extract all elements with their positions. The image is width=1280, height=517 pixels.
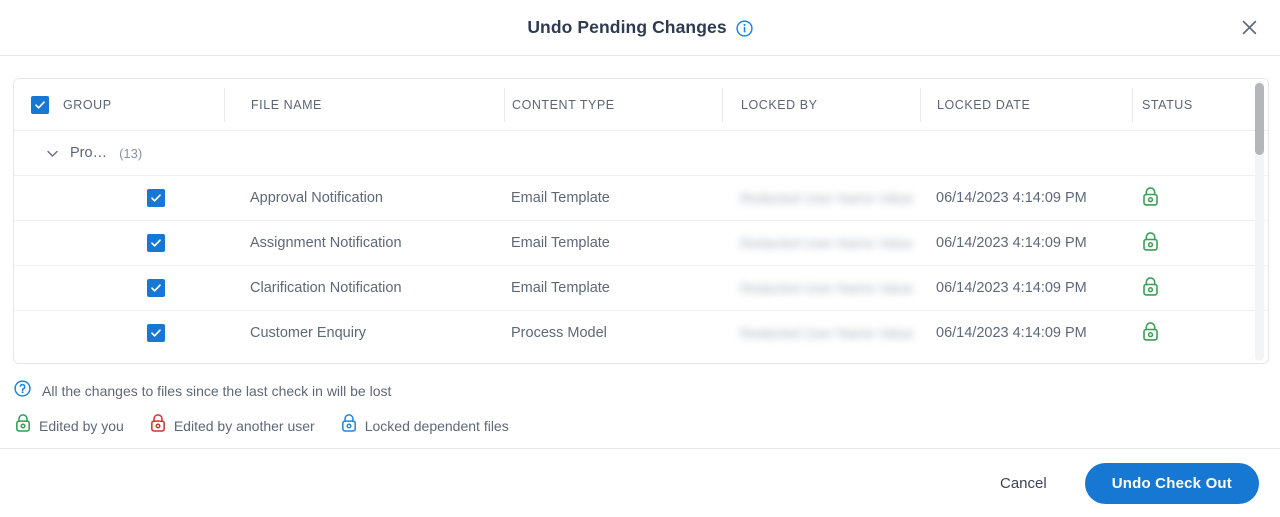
column-header-group-label: GROUP	[63, 97, 112, 112]
row-checkbox[interactable]	[147, 189, 165, 207]
lock-icon	[340, 413, 358, 438]
select-all-checkbox[interactable]	[31, 95, 49, 114]
column-header-status: STATUS	[1132, 87, 1262, 122]
row-checkbox[interactable]	[147, 324, 165, 342]
lock-icon	[1141, 321, 1160, 346]
row-checkbox-cell	[14, 189, 224, 207]
dialog-header: Undo Pending Changes	[0, 0, 1280, 56]
cell-content-type: Email Template	[511, 235, 610, 251]
lock-icon	[1141, 231, 1160, 256]
group-count: (13)	[119, 145, 143, 161]
cell-status	[1132, 186, 1262, 211]
column-header-group: GROUP	[14, 88, 224, 122]
close-icon[interactable]	[1236, 15, 1262, 41]
cell-file-name: Customer Enquiry	[250, 325, 367, 341]
legend-item-locked-dependent-files: Locked dependent files	[340, 413, 509, 438]
cell-content-type: Email Template	[511, 280, 610, 296]
lock-icon	[14, 413, 32, 438]
cell-locked-by: Redacted User Name Value	[740, 325, 914, 341]
row-checkbox-cell	[14, 234, 224, 252]
help-circle-icon	[14, 380, 31, 402]
notes-section: All the changes to files since the last …	[14, 380, 814, 438]
cell-status	[1132, 321, 1262, 346]
column-header-locked-date: LOCKED DATE	[920, 87, 1132, 122]
group-row[interactable]: Pro… (13)	[14, 131, 1268, 175]
cell-status	[1132, 276, 1262, 301]
legend-item-edited-by-you: Edited by you	[14, 413, 124, 438]
page-title: Undo Pending Changes	[527, 17, 727, 37]
legend-label: Edited by you	[39, 417, 124, 434]
legend: Edited by you Edited by another user Loc…	[14, 413, 814, 438]
info-circle-icon[interactable]	[736, 20, 753, 37]
undo-pending-changes-dialog: Undo Pending Changes GROUP FILE NAME CON…	[0, 0, 1280, 517]
table-scrollbar-thumb[interactable]	[1255, 83, 1264, 155]
row-checkbox-cell	[14, 279, 224, 297]
row-checkbox[interactable]	[147, 279, 165, 297]
undo-check-out-button[interactable]: Undo Check Out	[1084, 462, 1259, 504]
cell-file-name: Clarification Notification	[250, 280, 402, 296]
cell-status	[1132, 231, 1262, 256]
column-header-content-type: CONTENT TYPE	[504, 87, 722, 122]
cell-locked-date: 06/14/2023 4:14:09 PM	[936, 325, 1087, 341]
row-checkbox[interactable]	[147, 234, 165, 252]
warning-note: All the changes to files since the last …	[14, 380, 814, 402]
lock-icon	[1141, 276, 1160, 301]
legend-label: Locked dependent files	[364, 417, 509, 434]
legend-item-edited-by-another-user: Edited by another user	[149, 413, 315, 438]
cell-locked-date: 06/14/2023 4:14:09 PM	[936, 280, 1087, 296]
table-row[interactable]: Clarification Notification Email Templat…	[14, 265, 1268, 310]
cell-locked-by: Redacted User Name Value	[740, 235, 914, 251]
table-row[interactable]: Approval Notification Email Template Red…	[14, 175, 1268, 220]
files-table: GROUP FILE NAME CONTENT TYPE LOCKED BY L…	[13, 78, 1269, 364]
table-header-row: GROUP FILE NAME CONTENT TYPE LOCKED BY L…	[14, 79, 1268, 131]
column-header-file-name: FILE NAME	[224, 87, 504, 122]
cell-locked-date: 06/14/2023 4:14:09 PM	[936, 235, 1087, 251]
cell-content-type: Email Template	[511, 190, 610, 206]
cell-file-name: Assignment Notification	[250, 235, 402, 251]
chevron-down-icon[interactable]	[44, 145, 60, 161]
dialog-title-group: Undo Pending Changes	[527, 17, 753, 38]
table-body: Pro… (13) Approval Notification Email Te…	[14, 131, 1268, 363]
group-name: Pro…	[70, 145, 108, 161]
cell-content-type: Process Model	[511, 325, 607, 341]
legend-label: Edited by another user	[173, 417, 315, 434]
cell-locked-by: Redacted User Name Value	[740, 280, 914, 296]
dialog-footer: Cancel Undo Check Out	[0, 448, 1280, 517]
column-header-locked-by: LOCKED BY	[722, 87, 920, 122]
cancel-button[interactable]: Cancel	[986, 466, 1061, 501]
lock-icon	[1141, 186, 1160, 211]
table-row[interactable]: Customer Enquiry Process Model Redacted …	[14, 310, 1268, 355]
table-row[interactable]: Assignment Notification Email Template R…	[14, 220, 1268, 265]
warning-note-text: All the changes to files since the last …	[42, 383, 392, 399]
cell-locked-by: Redacted User Name Value	[740, 190, 914, 206]
row-checkbox-cell	[14, 324, 224, 342]
cell-locked-date: 06/14/2023 4:14:09 PM	[936, 190, 1087, 206]
lock-icon	[149, 413, 167, 438]
cell-file-name: Approval Notification	[250, 190, 383, 206]
